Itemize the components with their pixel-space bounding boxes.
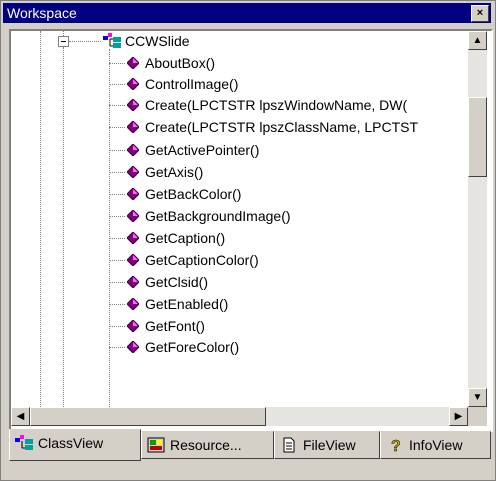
tree-item-method[interactable]: Create(LPCTSTR lpszWindowName, DW( — [11, 95, 468, 115]
tree-item-method[interactable]: GetFont() — [11, 316, 468, 336]
tab-label: Resource... — [170, 437, 242, 453]
tree-branch-line — [109, 216, 125, 217]
question-icon: ? — [391, 438, 401, 453]
scroll-down-button[interactable]: ▼ — [468, 388, 487, 407]
class-tree[interactable]: CCWSlide AboutBox() ControlImage() Creat… — [11, 31, 468, 407]
tree-branch-line — [109, 105, 125, 106]
tree-item-method[interactable]: AboutBox() — [11, 53, 468, 73]
method-icon — [127, 121, 139, 133]
scroll-up-button[interactable]: ▲ — [468, 31, 487, 50]
class-tree-icon — [15, 435, 33, 450]
window-title: Workspace — [7, 5, 77, 21]
method-label: GetCaptionColor() — [145, 252, 259, 268]
tree-branch-line — [109, 63, 125, 64]
file-icon — [283, 437, 295, 453]
tree-item-method[interactable]: GetActivePointer() — [11, 140, 468, 160]
tab-label: ClassView — [38, 435, 104, 451]
tree-branch-line — [109, 238, 125, 239]
method-icon — [127, 144, 139, 156]
tab-infoview[interactable]: ? InfoView — [380, 431, 491, 459]
resource-icon — [147, 437, 165, 453]
vertical-scrollbar[interactable]: ▲ ▼ — [468, 31, 487, 407]
horizontal-scroll-thumb[interactable] — [30, 407, 266, 426]
method-icon — [127, 99, 139, 111]
svg-text:?: ? — [391, 438, 401, 453]
scroll-left-button[interactable]: ◀ — [11, 407, 30, 426]
tree-branch-line — [109, 84, 125, 85]
tree-item-method[interactable]: GetCaption() — [11, 228, 468, 248]
tree-branch-line — [109, 172, 125, 173]
tab-classview[interactable]: ClassView — [9, 429, 141, 461]
method-label: GetForeColor() — [145, 339, 240, 355]
method-label: AboutBox() — [145, 55, 216, 71]
close-button[interactable]: × — [471, 5, 489, 22]
tree-item-method[interactable]: GetCaptionColor() — [11, 250, 468, 270]
tree-branch-line — [109, 260, 125, 261]
method-icon — [127, 57, 139, 69]
method-label: GetAxis() — [145, 164, 204, 180]
tree-node-ccwslide[interactable]: CCWSlide — [11, 31, 468, 51]
tree-branch-line — [109, 127, 125, 128]
tab-resourceview[interactable]: Resource... — [141, 431, 274, 459]
tree-branch-line — [109, 194, 125, 195]
tree-branch-line — [109, 150, 125, 151]
tree-item-method[interactable]: Create(LPCTSTR lpszClassName, LPCTST — [11, 117, 468, 137]
tree-item-method[interactable]: GetClsid() — [11, 272, 468, 292]
class-view-panel: CCWSlide AboutBox() ControlImage() Creat… — [9, 29, 493, 432]
method-label: GetClsid() — [145, 274, 209, 290]
method-label: GetBackColor() — [145, 186, 242, 202]
tree-item-method[interactable]: GetAxis() — [11, 162, 468, 182]
method-icon — [127, 188, 139, 200]
method-icon — [127, 254, 139, 266]
tree-item-method[interactable]: GetForeColor() — [11, 337, 468, 357]
title-bar[interactable]: Workspace × — [3, 3, 491, 23]
method-label: GetActivePointer() — [145, 142, 260, 158]
method-icon — [127, 210, 139, 222]
tree-branch-line — [109, 282, 125, 283]
tree-item-method[interactable]: GetBackColor() — [11, 184, 468, 204]
method-label: Create(LPCTSTR lpszWindowName, DW( — [145, 97, 408, 113]
method-label: GetBackgroundImage() — [145, 208, 291, 224]
workspace-window: Workspace × CCWSlide AboutBox() ControlI… — [0, 0, 496, 481]
method-icon — [127, 232, 139, 244]
scroll-corner — [468, 407, 487, 426]
class-icon — [103, 33, 121, 48]
method-icon — [127, 276, 139, 288]
scroll-right-button[interactable]: ▶ — [449, 407, 468, 426]
tree-item-method[interactable]: GetBackgroundImage() — [11, 206, 468, 226]
tab-label: InfoView — [409, 437, 463, 453]
tab-label: FileView — [303, 437, 356, 453]
method-icon — [127, 78, 139, 90]
tree-branch-line — [109, 326, 125, 327]
method-label: GetCaption() — [145, 230, 226, 246]
vertical-scroll-thumb[interactable] — [468, 97, 487, 177]
tree-item-method[interactable]: GetEnabled() — [11, 294, 468, 314]
method-icon — [127, 320, 139, 332]
collapse-toggle[interactable] — [58, 36, 69, 47]
tree-node-label: CCWSlide — [125, 33, 190, 49]
method-label: ControlImage() — [145, 76, 239, 92]
tree-branch-line — [109, 304, 125, 305]
method-label: GetFont() — [145, 318, 205, 334]
workspace-tabs: ClassView Resource... FileView ? InfoVie… — [9, 429, 491, 461]
tree-item-method[interactable]: ControlImage() — [11, 74, 468, 94]
method-icon — [127, 166, 139, 178]
method-label: Create(LPCTSTR lpszClassName, LPCTST — [145, 119, 419, 135]
method-label: GetEnabled() — [145, 296, 229, 312]
method-icon — [127, 298, 139, 310]
tab-fileview[interactable]: FileView — [274, 431, 380, 459]
horizontal-scrollbar[interactable]: ◀ ▶ — [11, 407, 468, 426]
tree-branch-line — [109, 347, 125, 348]
method-icon — [127, 341, 139, 353]
